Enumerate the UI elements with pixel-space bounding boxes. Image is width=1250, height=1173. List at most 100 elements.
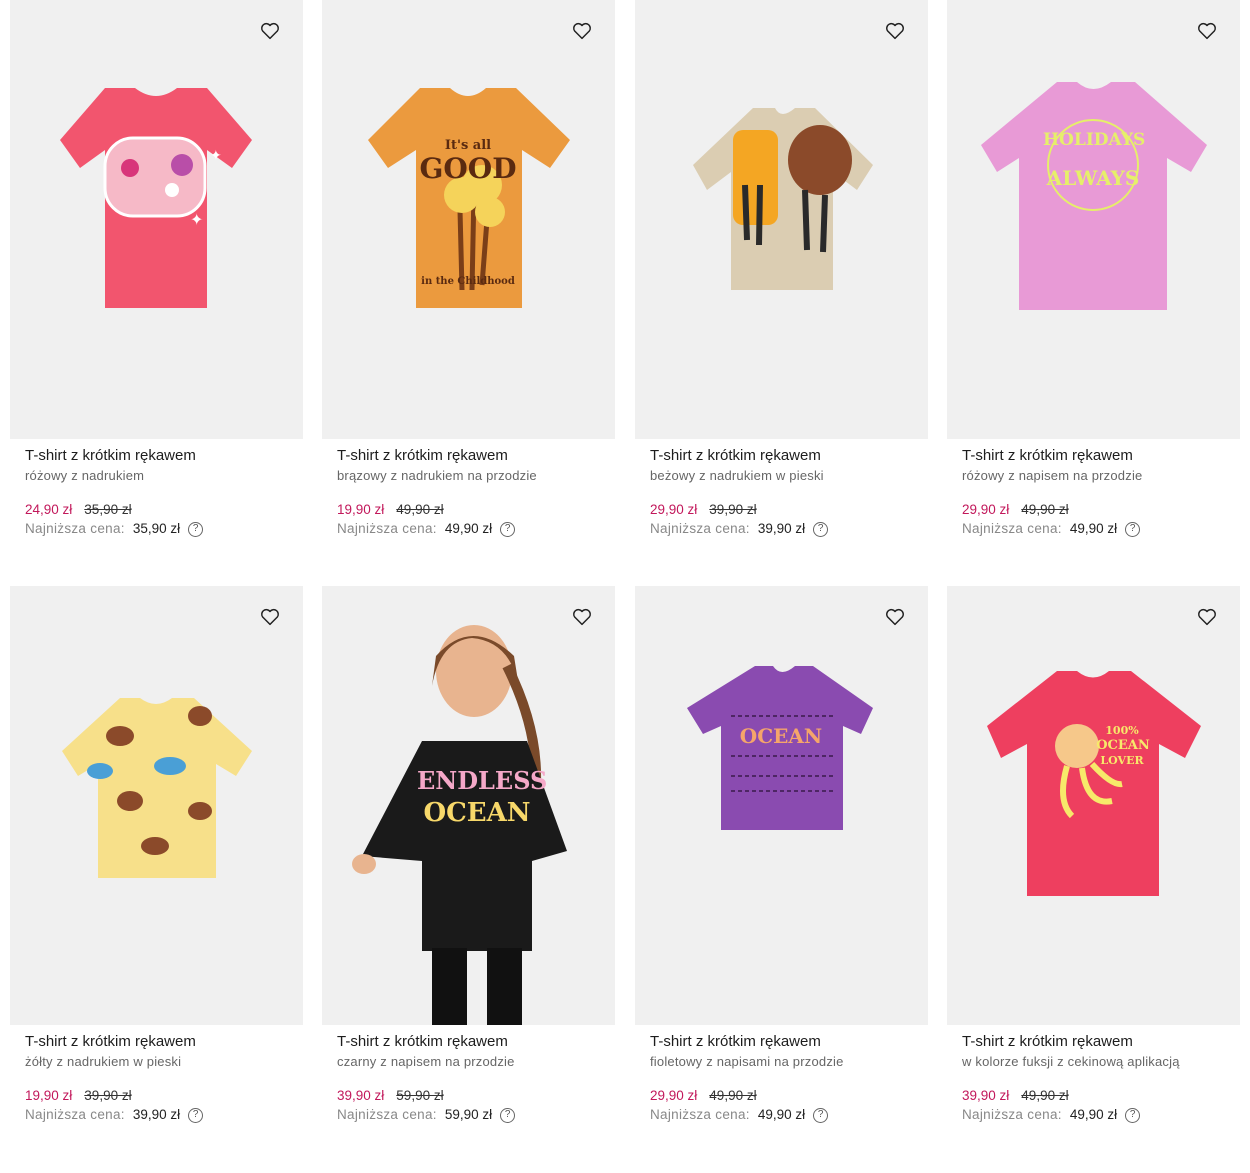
product-image[interactable]: It's all GOOD in the Childhood [322,0,615,439]
favorite-heart-icon[interactable] [259,20,283,44]
product-image[interactable]: ✦ ✦ [10,0,303,439]
print-text: OCEAN [423,798,531,828]
product-info: T-shirt z krótkim rękawem żółty z nadruk… [10,1025,303,1124]
sale-price: 19,90 zł [337,502,385,517]
favorite-heart-icon[interactable] [1196,606,1220,630]
question-circle-icon[interactable]: ? [500,1107,516,1123]
lowest-price-label: Najniższa cena: [650,521,750,536]
lowest-price-row: Najniższa cena: 49,90 zł ? [962,520,1240,538]
product-image[interactable] [635,0,928,439]
svg-text:✦: ✦ [210,147,222,163]
tshirt-illustration [981,82,1207,310]
question-circle-icon[interactable]: ? [813,1107,829,1123]
favorite-heart-icon[interactable] [259,606,283,630]
old-price: 39,90 zł [84,1088,132,1103]
product-title[interactable]: T-shirt z krótkim rękawem [337,1033,615,1051]
question-circle-icon[interactable]: ? [813,521,829,537]
lowest-price-value: 39,90 zł [132,1107,181,1122]
price-row: 19,90 zł 49,90 zł [337,502,615,518]
product-card[interactable]: HOLIDAYS ALWAYS T-shirt z krótkim rękawe… [947,0,1240,538]
sale-price: 29,90 zł [650,1088,698,1103]
print-text: OCEAN [739,724,823,748]
tshirt-illustration [693,108,873,290]
lowest-price-row: Najniższa cena: 35,90 zł ? [25,520,303,538]
favorite-heart-icon[interactable] [571,606,595,630]
price-row: 39,90 zł 59,90 zł [337,1088,615,1104]
product-image[interactable]: OCEAN [635,586,928,1025]
lowest-price-row: Najniższa cena: 49,90 zł ? [337,520,615,538]
product-subtitle: beżowy z nadrukiem w pieski [650,468,824,483]
favorite-heart-icon[interactable] [884,606,908,630]
product-image[interactable]: ENDLESS OCEAN [322,586,615,1025]
lowest-price-value: 49,90 zł [757,1107,806,1122]
product-subtitle: brązowy z nadrukiem na przodzie [337,468,537,483]
product-subtitle: fioletowy z napisami na przodzie [650,1054,844,1069]
lowest-price-label: Najniższa cena: [337,521,437,536]
product-title[interactable]: T-shirt z krótkim rękawem [650,1033,928,1051]
lowest-price-value: 59,90 zł [444,1107,493,1122]
price-row: 29,90 zł 49,90 zł [650,1088,928,1104]
print-text: ALWAYS [1046,166,1140,190]
lowest-price-row: Najniższa cena: 39,90 zł ? [650,520,928,538]
product-subtitle: różowy z nadrukiem [25,468,145,483]
product-info: T-shirt z krótkim rękawem w kolorze fuks… [947,1025,1240,1124]
product-subtitle: czarny z napisem na przodzie [337,1054,515,1069]
tshirt-illustration: ✦ ✦ [60,88,252,308]
favorite-heart-icon[interactable] [884,20,908,44]
product-grid: ✦ ✦ T-shirt z krótkim rękawem różowy z n… [0,0,1250,1173]
print-text: HOLIDAYS [1043,130,1146,150]
product-image[interactable]: HOLIDAYS ALWAYS [947,0,1240,439]
sale-price: 24,90 zł [25,502,73,517]
question-circle-icon[interactable]: ? [188,521,204,537]
product-title[interactable]: T-shirt z krótkim rękawem [25,1033,303,1051]
sale-price: 39,90 zł [337,1088,385,1103]
product-info: T-shirt z krótkim rękawem czarny z napis… [322,1025,615,1124]
sale-price: 19,90 zł [25,1088,73,1103]
question-circle-icon[interactable]: ? [1125,1107,1141,1123]
product-title[interactable]: T-shirt z krótkim rękawem [962,1033,1240,1051]
product-card[interactable]: It's all GOOD in the Childhood T-shirt z… [322,0,615,538]
svg-text:✦: ✦ [190,212,203,229]
price-row: 19,90 zł 39,90 zł [25,1088,303,1104]
question-circle-icon[interactable]: ? [188,1107,204,1123]
favorite-heart-icon[interactable] [1196,20,1220,44]
lowest-price-row: Najniższa cena: 59,90 zł ? [337,1106,615,1124]
product-card[interactable]: T-shirt z krótkim rękawem beżowy z nadru… [635,0,928,538]
product-info: T-shirt z krótkim rękawem brązowy z nadr… [322,439,615,538]
product-card[interactable]: T-shirt z krótkim rękawem żółty z nadruk… [10,586,303,1124]
print-text: It's all [444,138,492,153]
question-circle-icon[interactable]: ? [1125,521,1141,537]
product-info: T-shirt z krótkim rękawem różowy z napis… [947,439,1240,538]
product-card[interactable]: ✦ ✦ T-shirt z krótkim rękawem różowy z n… [10,0,303,538]
lowest-price-label: Najniższa cena: [25,521,125,536]
tshirt-illustration [368,88,570,308]
product-card[interactable]: OCEAN T-shirt z krótkim rękawem fioletow… [635,586,928,1124]
price-row: 29,90 zł 49,90 zł [962,502,1240,518]
product-title[interactable]: T-shirt z krótkim rękawem [650,447,928,465]
question-circle-icon[interactable]: ? [500,521,516,537]
product-card[interactable]: 100% OCEAN LOVER T-shirt z krótkim rękaw… [947,586,1240,1124]
print-text: in the Childhood [421,276,515,287]
print-text: 100% [1105,724,1139,737]
sale-price: 29,90 zł [650,502,698,517]
favorite-heart-icon[interactable] [571,20,595,44]
product-info: T-shirt z krótkim rękawem fioletowy z na… [635,1025,928,1124]
product-title[interactable]: T-shirt z krótkim rękawem [962,447,1240,465]
print-text: LOVER [1100,754,1144,767]
tshirt-illustration [987,671,1201,896]
product-image[interactable]: 100% OCEAN LOVER [947,586,1240,1025]
old-price: 35,90 zł [84,502,132,517]
product-image[interactable] [10,586,303,1025]
tshirt-illustration [687,666,873,830]
sale-price: 39,90 zł [962,1088,1010,1103]
lowest-price-label: Najniższa cena: [337,1107,437,1122]
product-subtitle: w kolorze fuksji z cekinową aplikacją [962,1054,1180,1069]
lowest-price-value: 49,90 zł [1069,1107,1118,1122]
product-card[interactable]: ENDLESS OCEAN T-shirt z krótkim rękawem … [322,586,615,1124]
product-subtitle: różowy z napisem na przodzie [962,468,1143,483]
print-text: ENDLESS [417,766,548,795]
lowest-price-label: Najniższa cena: [962,521,1062,536]
product-title[interactable]: T-shirt z krótkim rękawem [25,447,303,465]
product-title[interactable]: T-shirt z krótkim rękawem [337,447,615,465]
old-price: 49,90 zł [1021,502,1069,517]
